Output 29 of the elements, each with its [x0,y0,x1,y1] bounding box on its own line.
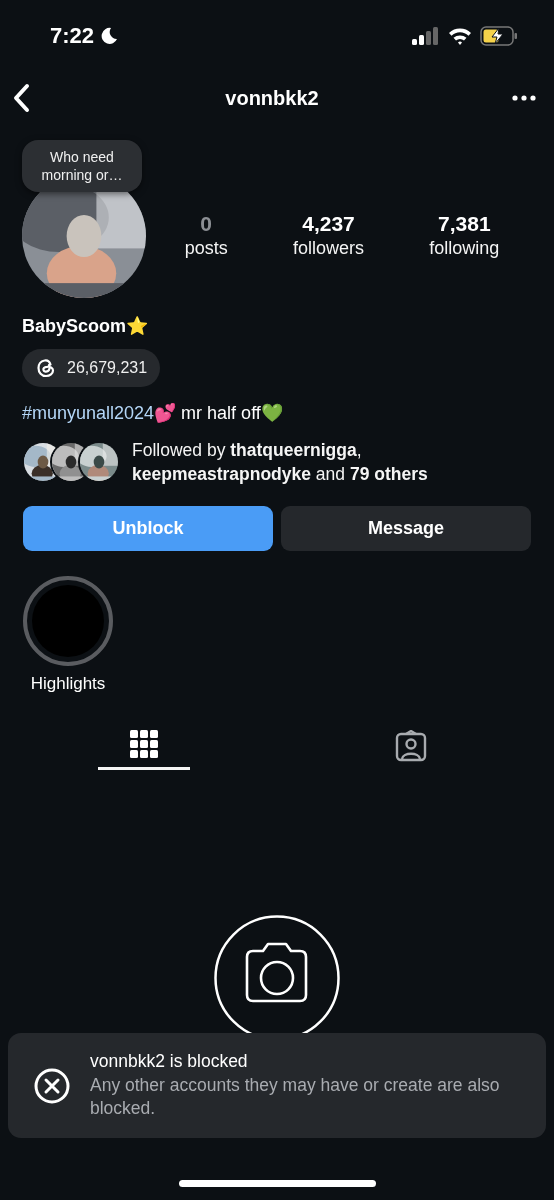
grid-icon [129,730,158,758]
stat-label[interactable]: posts [184,235,228,260]
stat-count[interactable]: 7,381 [438,211,491,236]
stat-count[interactable]: 0 [200,211,212,236]
profile-action-button[interactable]: Message [281,506,531,551]
stat-count[interactable]: 4,237 [302,211,355,236]
toast-message: Any other accounts they may have or create are also blocked. [90,1074,501,1120]
highlight-label[interactable]: Highlights [30,674,106,694]
battery-icon [480,26,518,46]
stat-label[interactable]: followers [292,235,364,260]
display-name: BabyScoom⭐ [22,315,150,337]
close-circle-icon [34,1067,70,1104]
stat-label[interactable]: following [429,235,500,260]
threads-badge[interactable]: 26,679,231 [22,349,161,387]
moon-icon [100,27,119,45]
highlight-cover[interactable] [23,576,113,666]
followed-by-text[interactable]: Followed by thatqueernigga, keepmeastrapnodyke and 79 others [132,438,532,486]
toast-title: vonnbkk2 is blocked [90,1051,249,1072]
note-bubble[interactable]: Who need morning or… [22,139,142,192]
threads-icon [35,357,57,379]
clock-time: 7:22 [50,23,95,49]
hashtag-link[interactable]: #munyunall2024 [22,403,155,423]
wifi-icon [448,27,472,45]
more-options-icon[interactable] [512,95,536,101]
signal-icon [412,27,440,45]
profile-username: vonnbkk2 [224,86,320,110]
bio-text: #munyunall2024💕 mr half off💚 [22,402,284,424]
person-tag-icon [394,730,427,762]
back-icon[interactable] [12,83,32,113]
